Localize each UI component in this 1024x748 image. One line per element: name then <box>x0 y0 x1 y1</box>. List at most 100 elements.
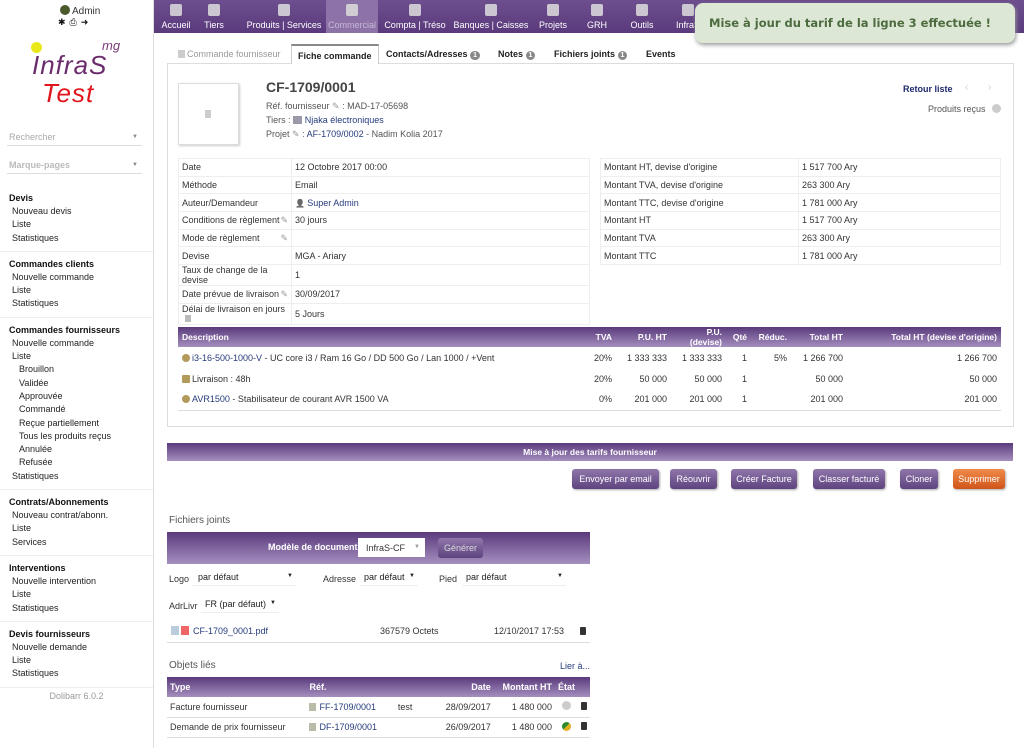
notification-toast: Mise à jour du tarif de la ligne 3 effec… <box>695 3 1015 43</box>
edit-icon[interactable]: ✎ <box>280 233 288 244</box>
menu-group-title[interactable]: Devis fournisseurs <box>0 628 153 641</box>
tab-supplier-order[interactable]: Commande fournisseur <box>172 44 287 64</box>
logo-select[interactable]: par défaut ▼ <box>192 572 296 586</box>
project-link[interactable]: AF-1709/0002 <box>307 129 364 139</box>
edit-icon[interactable]: ✎ <box>280 215 288 226</box>
r-ouvrir-button[interactable]: Réouvrir <box>670 469 717 489</box>
menu-subitem[interactable]: Reçue partiellement <box>0 417 153 430</box>
trash-icon[interactable] <box>580 627 586 635</box>
author-link[interactable]: Super Admin <box>307 198 359 208</box>
photo-placeholder[interactable] <box>178 83 239 145</box>
tab-contacts[interactable]: Contacts/Adresses 1 <box>380 44 486 64</box>
footer-select[interactable]: par défaut ▼ <box>462 572 566 586</box>
product-link[interactable]: i3-16-500-1000-V <box>192 353 262 363</box>
next-icon[interactable]: › <box>988 82 991 93</box>
file-link[interactable]: CF-1709_0001.pdf <box>193 626 268 636</box>
footer-label: Pied <box>439 574 458 584</box>
nav-commercial[interactable]: Commercial <box>326 0 378 33</box>
label-text: Taux de change de la devise <box>182 265 268 286</box>
user-info[interactable]: Admin <box>60 5 100 17</box>
products-received-label: Produits reçus <box>928 104 986 114</box>
line-row[interactable]: Livraison : 48h 20% 50 000 50 000 1 50 000 50 … <box>178 368 1001 389</box>
menu-item[interactable]: Liste <box>0 588 153 601</box>
menu-group-title[interactable]: Contrats/Abonnements <box>0 496 153 509</box>
line-cell: 201 000 <box>791 389 847 411</box>
field-label: Montant TVA <box>600 229 799 248</box>
classer-factur--button[interactable]: Classer facturé <box>813 469 885 489</box>
menu-subitem[interactable]: Approuvée <box>0 390 153 403</box>
supprimer-button[interactable]: Supprimer <box>953 469 1005 489</box>
tiers-link[interactable]: Njaka électroniques <box>305 115 384 125</box>
tab-events[interactable]: Events <box>640 44 682 64</box>
menu-item[interactable]: Statistiques <box>0 470 153 483</box>
nav-banques-caisses[interactable]: Banques | Caisses <box>450 0 532 33</box>
menu-item[interactable]: Nouvelle demande <box>0 641 153 654</box>
line-row[interactable]: AVR1500 - Stabilisateur de courant AVR 1… <box>178 389 1001 411</box>
menu-subitem[interactable]: Refusée <box>0 456 153 469</box>
menu-item[interactable]: Nouvelle intervention <box>0 575 153 588</box>
menu-group-title[interactable]: Commandes fournisseurs <box>0 324 153 337</box>
menu-item[interactable]: Liste <box>0 654 153 667</box>
line-row[interactable]: i3-16-500-1000-V - UC core i3 / Ram 16 G… <box>178 347 1001 368</box>
menu-item[interactable]: Nouveau devis <box>0 205 153 218</box>
menu-group-title[interactable]: Interventions <box>0 562 153 575</box>
print-icon[interactable]: ⎙ <box>70 17 81 27</box>
tab-notes[interactable]: Notes 1 <box>492 44 541 64</box>
previous-icon[interactable]: ‹ <box>965 82 968 93</box>
menu-item[interactable]: Statistiques <box>0 297 153 310</box>
menu-item[interactable]: Statistiques <box>0 602 153 615</box>
trash-icon[interactable] <box>580 722 587 730</box>
menu-group-title[interactable]: Devis <box>0 192 153 205</box>
delivery-address-select[interactable]: FR (par défaut) ▼ <box>201 599 279 613</box>
edit-icon[interactable]: ✎ <box>292 129 300 140</box>
nav-projets[interactable]: Projets <box>534 0 572 33</box>
tab-order-card[interactable]: Fiche commande <box>291 44 379 64</box>
menu-item[interactable]: Services <box>0 536 153 549</box>
edit-icon[interactable]: ✎ <box>332 101 340 112</box>
nav-accueil[interactable]: Accueil <box>154 0 198 33</box>
search-select[interactable]: Rechercher ▼ <box>7 129 142 146</box>
nav-outils[interactable]: Outils <box>620 0 664 33</box>
menu-subitem[interactable]: Annulée <box>0 443 153 456</box>
menu-group-title[interactable]: Commandes clients <box>0 258 153 271</box>
trash-icon[interactable] <box>580 701 587 710</box>
model-select[interactable]: InfraS-CF ▼ <box>358 538 425 557</box>
nav-grh[interactable]: GRH <box>580 0 614 33</box>
nav-compta-tr-so[interactable]: Compta | Tréso <box>382 0 448 33</box>
back-to-list-link[interactable]: Retour liste <box>903 84 953 94</box>
edit-icon[interactable]: ✎ <box>280 289 288 300</box>
menu-item[interactable]: Liste <box>0 522 153 535</box>
menu-item[interactable]: Liste <box>0 284 153 297</box>
menu-subitem[interactable]: Brouillon <box>0 363 153 376</box>
nav-tiers[interactable]: Tiers <box>198 0 230 33</box>
link-to-button[interactable]: Lier à... <box>560 661 590 671</box>
menu-subitem[interactable]: Commandé <box>0 403 153 416</box>
update-prices-bar[interactable]: Mise à jour des tarifs fournisseur <box>167 443 1013 461</box>
bookmarks-select[interactable]: Marque-pages ▼ <box>7 157 142 174</box>
menu-item[interactable]: Nouveau contrat/abonn. <box>0 509 153 522</box>
envoyer-par-email-button[interactable]: Envoyer par email <box>572 469 659 489</box>
company-logo[interactable]: mg InfraS Test <box>28 38 128 110</box>
generate-button[interactable]: Générer <box>438 538 483 558</box>
menu-item[interactable]: Statistiques <box>0 667 153 680</box>
menu-item[interactable]: Nouvelle commande <box>0 271 153 284</box>
nav-produits-services[interactable]: Produits | Services <box>244 0 324 33</box>
product-link[interactable]: AVR1500 <box>192 394 230 404</box>
logout-icon[interactable]: ➜ <box>81 17 93 27</box>
menu-subitem[interactable]: Tous les produits reçus <box>0 430 153 443</box>
linked-ref-link[interactable]: FF-1709/0001 <box>319 702 376 712</box>
linked-ref-link[interactable]: DF-1709/0001 <box>319 722 377 732</box>
menu-item[interactable]: Liste <box>0 218 153 231</box>
address-select[interactable]: par défaut ▼ <box>360 572 418 586</box>
preview-icon[interactable] <box>171 626 179 635</box>
menu-item[interactable]: Nouvelle commande <box>0 337 153 350</box>
field-value[interactable]: 👤 Super Admin <box>291 193 590 213</box>
tab-files[interactable]: Fichiers joints 1 <box>548 44 633 64</box>
bug-icon[interactable]: ✱ <box>58 17 70 27</box>
cloner-button[interactable]: Cloner <box>900 469 938 489</box>
cr-er-facture-button[interactable]: Créer Facture <box>731 469 797 489</box>
menu-item[interactable]: Statistiques <box>0 232 153 245</box>
menu-item[interactable]: Liste <box>0 350 153 363</box>
value: par défaut <box>198 572 239 582</box>
menu-subitem[interactable]: Validée <box>0 377 153 390</box>
